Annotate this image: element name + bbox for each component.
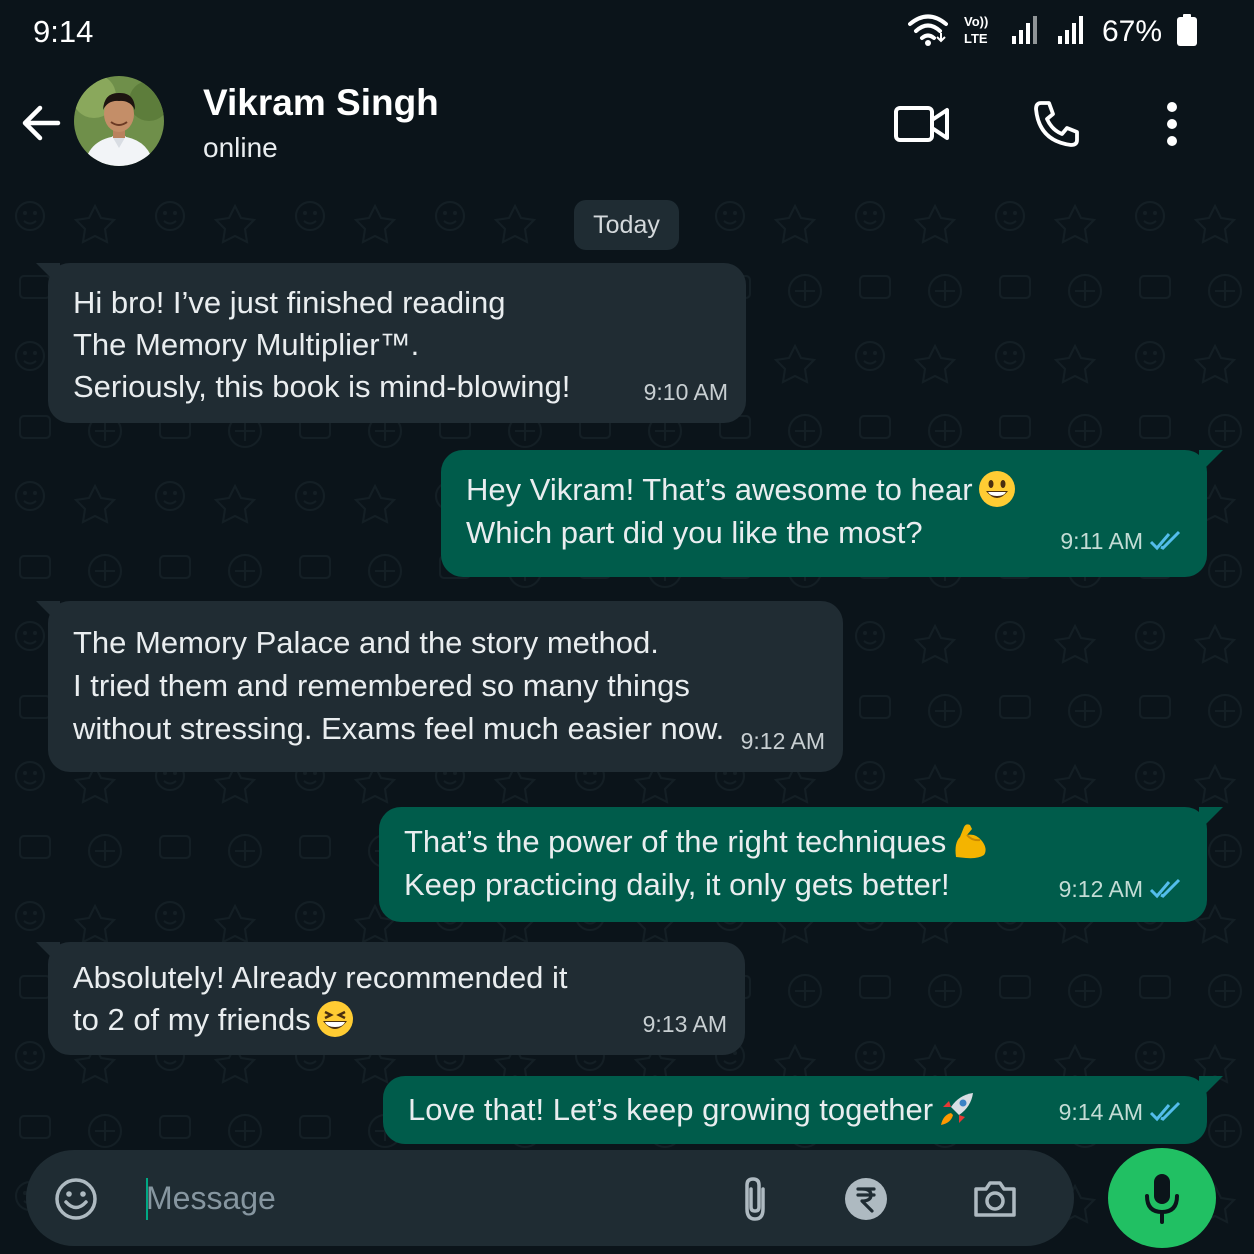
attach-icon[interactable]	[732, 1176, 778, 1222]
message-line: to 2 of my friends	[73, 1002, 311, 1037]
message-time: 9:13 AM	[643, 1003, 727, 1045]
message-incoming[interactable]: The Memory Palace and the story method. …	[36, 601, 843, 772]
message-line: That’s the power of the right techniques	[404, 824, 947, 859]
message-line: Love that! Let’s keep growing together	[408, 1092, 934, 1127]
message-time: 9:12 AM	[741, 720, 825, 762]
svg-text:LTE: LTE	[964, 31, 988, 46]
rocket-emoji	[941, 1092, 974, 1125]
status-time: 9:14	[33, 14, 94, 49]
message-text: The Memory Palace and the story method. …	[73, 621, 724, 750]
message-timestamp: 9:12 AM	[1058, 876, 1143, 902]
message-text: Hey Vikram! That’s awesome to hear Which…	[466, 469, 1017, 554]
message-incoming[interactable]: Absolutely! Already recommended it to 2 …	[36, 942, 745, 1055]
message-outgoing[interactable]: Love that! Let’s keep growing together 9…	[383, 1076, 1223, 1144]
message-line: Hey Vikram! That’s awesome to hear	[466, 472, 973, 507]
message-text: Love that! Let’s keep growing together	[408, 1089, 977, 1132]
wifi-icon	[907, 13, 948, 52]
bubble-tail	[1199, 807, 1223, 831]
phone-icon[interactable]	[1026, 94, 1086, 154]
message-time: 9:14 AM	[1059, 1091, 1185, 1133]
chat-area[interactable]: Today Hi bro! I’ve just finished reading…	[0, 186, 1254, 1254]
read-ticks-icon	[1149, 1101, 1181, 1122]
flexed-biceps-emoji	[955, 824, 986, 859]
bubble-tail	[36, 601, 60, 625]
message-line: Keep practicing daily, it only gets bett…	[404, 866, 950, 902]
message-time: 9:12 AM	[1059, 868, 1185, 910]
message-line: The Memory Multiplier™.	[73, 327, 420, 362]
message-line: Seriously, this book is mind-blowing!	[73, 369, 571, 404]
message-line: without stressing. Exams feel much easie…	[73, 711, 725, 746]
grinning-face-emoji	[978, 470, 1015, 507]
rupee-payment-icon[interactable]	[843, 1176, 889, 1222]
bubble-tail	[1199, 1076, 1223, 1100]
battery-icon	[1176, 13, 1198, 52]
chat-header: Vikram Singh online	[0, 64, 1254, 186]
video-call-icon[interactable]	[892, 94, 952, 154]
message-outgoing[interactable]: Hey Vikram! That’s awesome to hear Which…	[441, 450, 1223, 577]
message-timestamp: 9:13 AM	[642, 1011, 727, 1037]
battery-percent: 67%	[1101, 15, 1162, 48]
signal-icon	[1056, 14, 1088, 51]
avatar[interactable]	[74, 76, 164, 166]
message-time: 9:11 AM	[1060, 520, 1185, 562]
camera-icon[interactable]	[972, 1176, 1018, 1222]
message-line: The Memory Palace and the story method.	[73, 625, 659, 660]
status-icons: Vo)) LTE 67%	[907, 12, 1198, 52]
message-timestamp: 9:11 AM	[1060, 528, 1143, 554]
back-arrow-icon[interactable]	[18, 100, 64, 146]
mic-icon	[1145, 1174, 1179, 1224]
message-line: Absolutely! Already recommended it	[73, 960, 568, 995]
contact-status: online	[203, 132, 278, 163]
mic-button[interactable]	[1108, 1148, 1216, 1248]
grinning-squinting-face-emoji	[316, 1000, 353, 1037]
message-input[interactable]	[146, 1172, 706, 1224]
message-line: Which part did you like the most?	[466, 514, 923, 550]
message-time: 9:10 AM	[644, 371, 728, 413]
bubble-tail	[1199, 450, 1223, 474]
message-timestamp: 9:10 AM	[643, 379, 728, 405]
message-text: Absolutely! Already recommended it to 2 …	[73, 957, 568, 1042]
message-text: Hi bro! I’ve just finished reading The M…	[73, 282, 570, 408]
volte-icon: Vo)) LTE	[962, 13, 996, 52]
bubble-tail	[36, 942, 60, 966]
message-timestamp: 9:12 AM	[740, 728, 825, 754]
emoji-icon[interactable]	[53, 1176, 99, 1222]
message-outgoing[interactable]: That’s the power of the right techniques…	[379, 807, 1223, 922]
svg-text:Vo)): Vo))	[964, 14, 988, 29]
message-line: Hi bro! I’ve just finished reading	[73, 285, 506, 320]
status-bar: 9:14 Vo)) LTE 67%	[0, 0, 1254, 64]
read-ticks-icon	[1149, 878, 1181, 899]
date-chip: Today	[574, 200, 679, 250]
contact-name[interactable]: Vikram Singh	[203, 82, 439, 124]
message-timestamp: 9:14 AM	[1058, 1099, 1143, 1125]
bubble-tail	[36, 263, 60, 287]
signal-icon	[1010, 14, 1042, 51]
message-line: I tried them and remembered so many thin…	[73, 668, 690, 703]
message-incoming[interactable]: Hi bro! I’ve just finished reading The M…	[36, 263, 746, 423]
more-vertical-icon[interactable]	[1142, 94, 1202, 154]
read-ticks-icon	[1149, 530, 1181, 551]
message-text: That’s the power of the right techniques…	[404, 821, 990, 906]
message-composer	[26, 1150, 1074, 1246]
text-caret	[146, 1178, 148, 1220]
